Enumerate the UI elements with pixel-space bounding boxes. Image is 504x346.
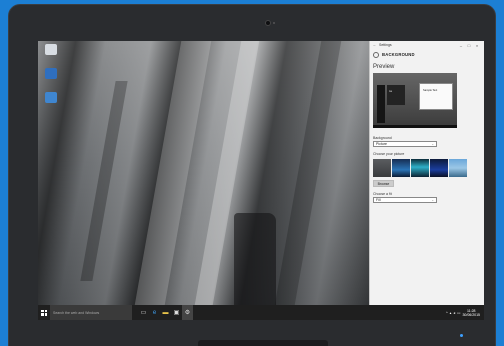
- notification-icon[interactable]: ▭: [457, 311, 460, 315]
- choose-fit-label: Choose a fit: [373, 192, 392, 196]
- background-preview: Aa Sample Text: [373, 73, 457, 128]
- gear-icon: [373, 51, 379, 58]
- chevron-down-icon: ⌄: [431, 198, 434, 202]
- network-icon[interactable]: ▴: [450, 311, 452, 315]
- window-title: Settings: [379, 43, 392, 47]
- desktop-icon-app[interactable]: [42, 68, 60, 79]
- clock-date: 30/06/2015: [462, 312, 480, 317]
- store-icon[interactable]: ▣: [171, 305, 182, 320]
- background-dropdown-value: Picture: [376, 142, 387, 146]
- preview-taskbar: [373, 125, 457, 128]
- fit-dropdown[interactable]: Fill ⌄: [373, 197, 437, 203]
- file-explorer-icon[interactable]: ▬: [160, 305, 171, 320]
- picture-thumbnails: [373, 159, 481, 177]
- camera-lens: [265, 20, 271, 26]
- preview-tile: Aa: [387, 85, 405, 105]
- preview-start-menu: [377, 85, 385, 123]
- chevron-down-icon: ⌄: [431, 142, 434, 146]
- settings-header: BACKGROUND: [370, 49, 484, 60]
- close-icon[interactable]: ×: [473, 43, 481, 48]
- app-shortcut-icon: [45, 68, 57, 79]
- edge-icon[interactable]: e: [149, 305, 160, 320]
- preview-heading: Preview: [373, 64, 395, 70]
- desktop-wallpaper[interactable]: [38, 41, 369, 305]
- taskbar: Search the web and Windows ▭ e ▬ ▣ ⚙ ^ ▴…: [38, 305, 484, 320]
- picture-thumbnail[interactable]: [411, 159, 429, 177]
- windows-logo-icon: [41, 309, 47, 316]
- webcam: [265, 19, 275, 27]
- browse-button[interactable]: Browse: [373, 180, 394, 187]
- taskbar-clock[interactable]: 11:28 30/06/2015: [462, 309, 480, 317]
- fit-dropdown-value: Fill: [376, 198, 381, 202]
- picture-thumbnail[interactable]: [449, 159, 467, 177]
- preview-window: Sample Text: [419, 83, 453, 110]
- choose-picture-label: Choose your picture: [373, 152, 405, 156]
- recycle-bin-icon: [45, 44, 57, 55]
- system-tray: ^ ▴ ◂ ▭ 11:28 30/06/2015: [446, 309, 484, 317]
- picture-thumbnail[interactable]: [430, 159, 448, 177]
- screen: ← Settings – □ × BACKGROUND Preview Aa S…: [38, 41, 484, 320]
- tray-chevron-icon[interactable]: ^: [446, 311, 448, 315]
- desktop-icon-app-2[interactable]: [42, 92, 60, 103]
- camera-led: [273, 22, 275, 24]
- minimize-icon[interactable]: –: [457, 43, 465, 48]
- desktop-icon-recycle-bin[interactable]: [42, 44, 60, 55]
- volume-icon[interactable]: ◂: [453, 311, 455, 315]
- settings-window: ← Settings – □ × BACKGROUND Preview Aa S…: [369, 41, 484, 305]
- maximize-icon[interactable]: □: [465, 43, 473, 48]
- taskbar-search-input[interactable]: Search the web and Windows: [50, 305, 132, 320]
- settings-app-icon[interactable]: ⚙: [182, 305, 193, 320]
- window-titlebar: ← Settings – □ ×: [370, 41, 484, 49]
- picture-thumbnail[interactable]: [373, 159, 391, 177]
- app-shortcut-icon: [45, 92, 57, 103]
- picture-thumbnail[interactable]: [392, 159, 410, 177]
- power-indicator: [460, 334, 463, 337]
- settings-header-text: BACKGROUND: [382, 52, 415, 57]
- background-label: Background: [373, 136, 392, 140]
- start-button[interactable]: [38, 305, 50, 320]
- bezel-notch: [198, 340, 328, 346]
- task-view-icon[interactable]: ▭: [138, 305, 149, 320]
